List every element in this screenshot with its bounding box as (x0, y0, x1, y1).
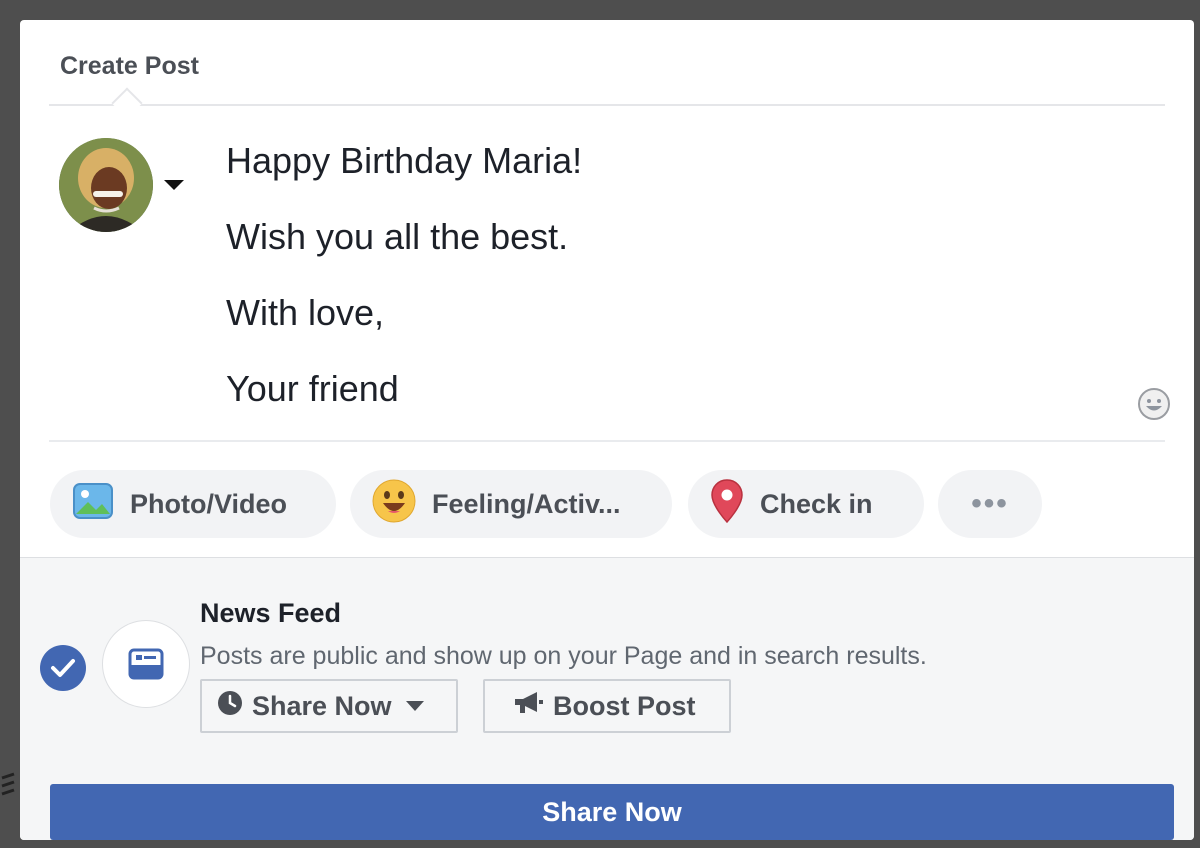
share-timing-label: Share Now (252, 690, 392, 721)
megaphone-icon (513, 690, 545, 723)
photo-video-label: Photo/Video (130, 488, 288, 519)
avatar[interactable] (59, 138, 153, 232)
post-text-input[interactable]: Happy Birthday Maria! Wish you all the b… (226, 142, 1106, 442)
share-now-label: Share Now (542, 796, 682, 827)
dialog-header: Create Post (20, 20, 1194, 119)
side-grip-icon (0, 770, 22, 810)
news-feed-icon (128, 648, 164, 680)
feeling-emoji-icon (372, 479, 416, 530)
check-in-button[interactable]: Check in (688, 470, 924, 538)
audience-section: News Feed Posts are public and show up o… (20, 557, 1194, 840)
chevron-down-icon (405, 701, 424, 711)
create-post-dialog: Create Post Happy Birthday Maria! Wish y… (20, 20, 1194, 840)
checkmark-icon (51, 659, 75, 677)
feeling-activity-button[interactable]: Feeling/Activ... (350, 470, 672, 538)
composer-divider (49, 440, 1165, 442)
more-options-button[interactable]: ••• (938, 470, 1042, 538)
avatar-image (59, 138, 153, 232)
post-text-line: Happy Birthday Maria! (226, 140, 583, 181)
news-feed-checkbox[interactable] (40, 645, 86, 691)
share-timing-dropdown[interactable]: Share Now (200, 679, 458, 733)
share-now-button[interactable]: Share Now (50, 784, 1174, 840)
dialog-title: Create Post (60, 52, 199, 80)
news-feed-description: Posts are public and show up on your Pag… (200, 642, 927, 670)
photo-icon (72, 482, 114, 527)
post-text-line: With love, (226, 292, 385, 333)
feeling-activity-label: Feeling/Activ... (432, 488, 621, 519)
clock-icon (216, 689, 244, 724)
header-divider (49, 104, 1165, 106)
post-text-line: Your friend (226, 368, 399, 409)
check-in-label: Check in (760, 488, 873, 519)
more-dots-icon: ••• (971, 487, 1009, 520)
news-feed-avatar (102, 620, 190, 708)
photo-video-button[interactable]: Photo/Video (50, 470, 336, 538)
tab-pointer (111, 87, 143, 119)
post-text-line: Wish you all the best. (226, 216, 569, 257)
location-pin-icon (710, 478, 744, 531)
post-actions: Photo/Video Feeling/Activ... Check in ••… (50, 470, 1150, 538)
chevron-down-icon[interactable] (164, 180, 184, 190)
news-feed-title: News Feed (200, 598, 342, 628)
boost-post-button[interactable]: Boost Post (483, 679, 731, 733)
smiley-icon[interactable] (1137, 387, 1171, 421)
boost-post-label: Boost Post (553, 690, 696, 721)
